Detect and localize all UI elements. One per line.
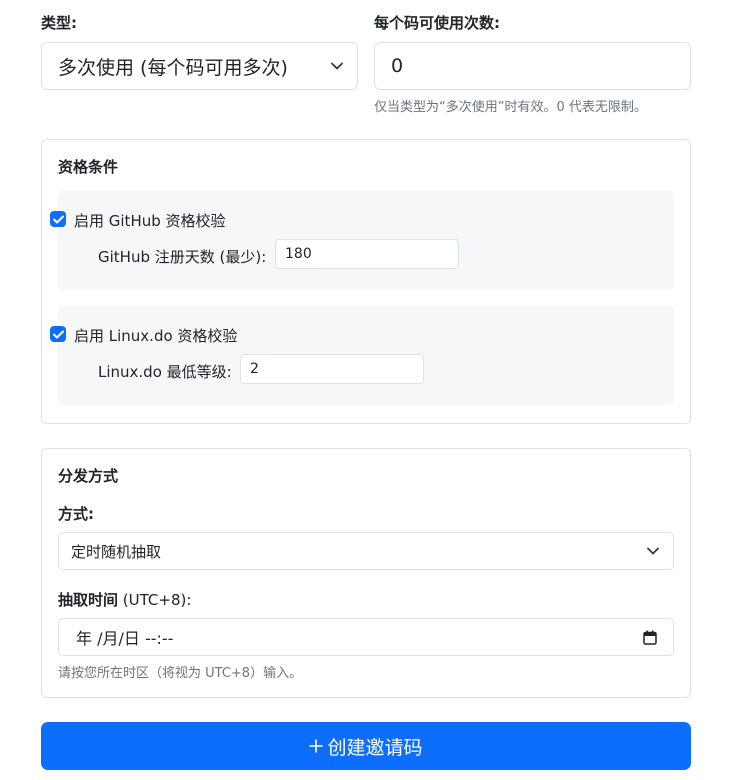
method-label: 方式: <box>58 505 94 523</box>
method-select-value: 定时随机抽取 <box>71 542 162 561</box>
uses-input[interactable]: 0 <box>374 42 691 90</box>
distribution-card <box>41 448 691 698</box>
plus-icon <box>309 739 324 753</box>
checkmark-icon <box>52 330 64 338</box>
github-checkbox[interactable] <box>50 211 66 227</box>
github-checkbox-label[interactable]: 启用 GitHub 资格校验 <box>74 210 226 231</box>
github-days-label: GitHub 注册天数 (最少): <box>98 248 267 266</box>
draw-time-help-text: 请按您所在时区（将视为 UTC+8）输入。 <box>58 666 303 681</box>
linuxdo-level-value: 2 <box>250 361 259 377</box>
checkmark-icon <box>52 215 64 223</box>
linuxdo-level-label: Linux.do 最低等级: <box>98 363 232 381</box>
eligibility-title: 资格条件 <box>58 158 119 176</box>
chevron-down-icon <box>647 547 659 555</box>
uses-help-text: 仅当类型为“多次使用”时有效。0 代表无限制。 <box>374 100 647 115</box>
uses-label: 每个码可使用次数: <box>374 14 500 32</box>
draw-time-label: 抽取时间 (UTC+8): <box>58 591 192 609</box>
type-select-value: 多次使用 (每个码可用多次) <box>58 56 288 79</box>
distribution-title: 分发方式 <box>58 467 119 485</box>
calendar-icon[interactable] <box>643 630 657 645</box>
draw-time-value: 年 /月/日 --:-- <box>76 629 174 648</box>
github-days-value: 180 <box>285 246 312 262</box>
type-select[interactable]: 多次使用 (每个码可用多次) <box>41 42 358 90</box>
method-select[interactable]: 定时随机抽取 <box>58 532 674 570</box>
uses-input-value: 0 <box>391 55 404 77</box>
chevron-down-icon <box>331 62 343 70</box>
linuxdo-level-input[interactable]: 2 <box>240 354 424 384</box>
draw-time-input[interactable]: 年 /月/日 --:-- <box>58 618 674 656</box>
linuxdo-checkbox-label[interactable]: 启用 Linux.do 资格校验 <box>74 325 237 346</box>
type-label: 类型: <box>41 14 77 32</box>
github-days-input[interactable]: 180 <box>275 239 459 269</box>
linuxdo-checkbox[interactable] <box>50 326 66 342</box>
create-invite-code-button[interactable]: 创建邀请码 <box>41 722 691 770</box>
create-invite-code-label: 创建邀请码 <box>327 736 423 759</box>
